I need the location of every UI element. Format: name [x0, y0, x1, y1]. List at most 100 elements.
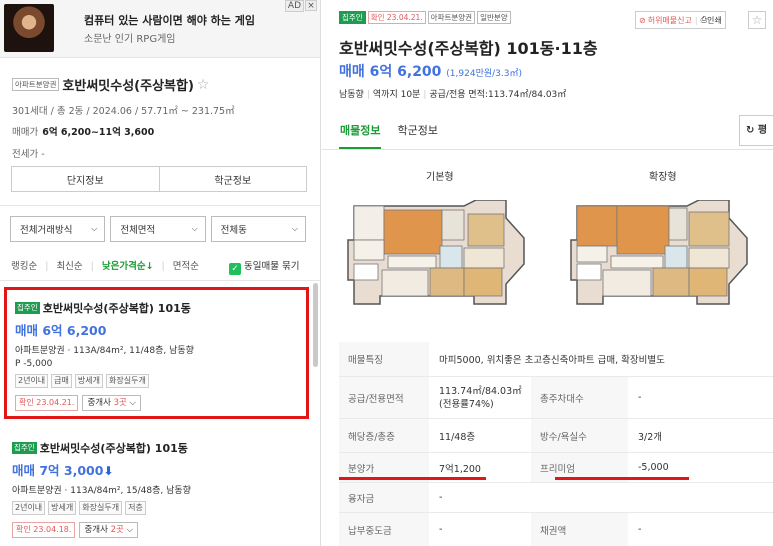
sort-low-price[interactable]: 낮은가격순↓	[102, 261, 154, 272]
star-icon[interactable]: ☆	[197, 77, 210, 93]
floor-plan-basic-image[interactable]	[346, 200, 526, 306]
jeonse-price: 전세가 -	[12, 149, 45, 160]
star-icon[interactable]: ☆	[748, 11, 766, 29]
ad-thumbnail[interactable]	[4, 4, 54, 52]
table-cell: 마피5000, 위치좋은 초고층신축아파트 급매, 확장비별도	[439, 355, 665, 366]
detail-title: 호반써밋수성(주상복합) 101동·11층	[339, 39, 598, 58]
building-label: 전체동	[220, 225, 247, 236]
tag-chip: 2년이내	[12, 501, 46, 515]
sort-latest[interactable]: 최신순	[56, 261, 82, 272]
table-row: 공급/전용면적 113.74㎡/84.03㎡(전용률74%) 총주차대수 -	[339, 377, 773, 419]
listing-tags: 2년이내 방세개 화장실두개 저층	[12, 501, 309, 515]
owner-badge: 집주인	[12, 442, 37, 454]
detail-meta: 남동향 | 역까지 10분 | 공급/전용 면적:113.74㎡/84.03㎡	[339, 87, 566, 100]
table-header: 해당층/총층	[339, 419, 429, 452]
agents-dropdown[interactable]: 중개사 3곳 ⌵	[82, 395, 141, 411]
ad-label: AD	[284, 0, 304, 12]
plan-label-extended: 확장형	[649, 172, 677, 183]
tab-listing-info[interactable]: 매물정보	[339, 119, 382, 149]
area-select[interactable]: 전체면적 ⌵	[110, 216, 206, 242]
sort-area[interactable]: 면적순	[173, 261, 199, 272]
ad-title[interactable]: 컴퓨터 있는 사람이면 해야 하는 게임	[84, 12, 255, 28]
price-down-arrow-icon: ⬇	[103, 464, 114, 478]
tag-chip: 방세개	[74, 374, 103, 388]
listing-detail-table: 매물특징 마피5000, 위치좋은 초고층신축아파트 급매, 확장비별도 공급/…	[339, 342, 773, 546]
sort-ranking[interactable]: 랭킹순	[11, 261, 37, 272]
sale-price-range: 매매가 6억 6,200~11억 3,600	[12, 124, 312, 138]
agents-count: 3곳	[113, 398, 127, 408]
building-select[interactable]: 전체동 ⌵	[210, 216, 306, 242]
unit-label: 평	[757, 125, 768, 136]
scrollbar[interactable]	[313, 283, 318, 367]
same-listing-label: 동일매물 묶기	[244, 261, 300, 272]
close-icon[interactable]: ×	[305, 0, 317, 11]
chevron-down-icon: ⌵	[91, 224, 98, 233]
report-print-bar: ⊘ 허위매물신고 | ⎙ 인쇄	[635, 11, 726, 29]
listing-item[interactable]: 집주인 호반써밋수성(주상복합) 101동 매매 7억 3,000⬇ 아파트분양권…	[4, 430, 309, 538]
detail-price-value: 매매 6억 6,200	[339, 64, 442, 80]
tag-chip: 저층	[125, 501, 146, 515]
table-cell: -	[439, 492, 443, 503]
report-false-listing-button[interactable]: 허위매물신고	[648, 15, 692, 26]
owner-badge: 집주인	[15, 302, 40, 314]
checkbox-checked-icon[interactable]: ✓	[229, 263, 241, 275]
school-info-button[interactable]: 학군정보	[159, 166, 307, 192]
trade-type-select[interactable]: 전체거래방식 ⌵	[10, 216, 106, 242]
agents-count: 2곳	[110, 525, 124, 535]
table-cell: -	[638, 392, 642, 403]
table-row: 융자금 -	[339, 483, 773, 513]
agents-dropdown[interactable]: 중개사 2곳 ⌵	[79, 522, 138, 538]
highlight-underline	[555, 477, 689, 480]
tag-chip: 급매	[51, 374, 72, 388]
listing-panel: 컴퓨터 있는 사람이면 해야 하는 게임 소문난 인기 RPG게임 AD × 아…	[0, 0, 321, 546]
listing-title[interactable]: 호반써밋수성(주상복합) 101동	[43, 302, 191, 315]
listing-item-selected[interactable]: 집주인 호반써밋수성(주상복합) 101동 매매 6억 6,200 아파트분양권 …	[4, 287, 309, 419]
table-header: 납부중도금	[339, 513, 429, 546]
sort-separator: |	[90, 261, 94, 272]
station-distance: 역까지 10분	[372, 90, 421, 100]
listing-price: 매매 6억 6,200	[15, 323, 107, 338]
table-header: 방수/욕실수	[531, 419, 628, 452]
plan-label-basic: 기본형	[426, 172, 454, 183]
divider	[0, 205, 320, 206]
listing-desc: 아파트분양권 · 113A/84m², 15/48층, 남동향	[12, 486, 191, 496]
confirm-date-badge: 확인 23.04.18.	[12, 522, 76, 538]
sale-price-label: 매매가	[12, 127, 39, 138]
table-cell: 3/2개	[638, 431, 663, 443]
unit-toggle-button[interactable]: ↻ 평	[739, 115, 773, 146]
ad-subtitle: 소문난 인기 RPG게임	[84, 34, 176, 45]
complex-name[interactable]: 호반써밋수성(주상복합)	[62, 79, 193, 94]
agents-label: 중개사	[84, 525, 111, 535]
tag-chip: 방세개	[48, 501, 77, 515]
owner-badge: 집주인	[339, 11, 366, 24]
separator: |	[423, 90, 427, 100]
tag-chip: 2년이내	[15, 374, 49, 388]
sort-separator: |	[45, 261, 49, 272]
table-cell: -	[439, 524, 443, 535]
price-per-area: (1,924만원/3.3㎡)	[446, 69, 522, 79]
trade-type-label: 전체거래방식	[20, 225, 73, 236]
refresh-icon: ↻	[746, 125, 755, 136]
tab-school-info[interactable]: 학군정보	[397, 119, 437, 149]
detail-price: 매매 6억 6,200 (1,924만원/3.3㎡)	[339, 61, 522, 81]
ad-banner[interactable]: 컴퓨터 있는 사람이면 해야 하는 게임 소문난 인기 RPG게임 AD ×	[0, 0, 320, 58]
table-row: 매물특징 마피5000, 위치좋은 초고층신축아파트 급매, 확장비별도	[339, 342, 773, 377]
chevron-down-icon: ⌵	[129, 398, 136, 408]
table-header: 총주차대수	[531, 377, 628, 418]
agents-label: 중개사	[87, 398, 114, 408]
print-button[interactable]: 인쇄	[707, 15, 722, 26]
complex-info-button[interactable]: 단지정보	[11, 166, 160, 192]
same-listing-toggle[interactable]: ✓ 동일매물 묶기	[229, 258, 299, 275]
table-header: 공급/전용면적	[339, 377, 429, 418]
sale-price-value: 6억 6,200~11억 3,600	[42, 127, 155, 138]
complex-type-tag: 아파트분양권	[12, 78, 60, 91]
listing-title[interactable]: 호반써밋수성(주상복합) 101동	[40, 442, 188, 455]
table-row: 납부중도금 - 채권액 -	[339, 513, 773, 546]
type-badge: 아파트분양권	[427, 11, 476, 24]
detail-panel: 집주인 확인 23.04.21. 아파트분양권 일반분양 ⊘ 허위매물신고 | ⎙…	[322, 0, 773, 546]
table-cell: 113.74㎡/84.03㎡(전용률74%)	[439, 385, 522, 410]
floor-plan-extended-image[interactable]	[569, 200, 749, 306]
divider	[0, 280, 320, 281]
chevron-down-icon: ⌵	[126, 525, 133, 535]
chevron-down-icon: ⌵	[291, 224, 298, 233]
